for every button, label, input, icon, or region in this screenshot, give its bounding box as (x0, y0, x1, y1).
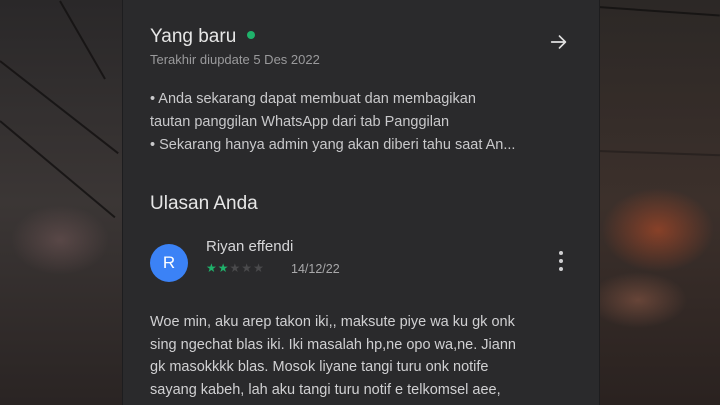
star-rating: ★ ★ ★ ★ ★ (206, 261, 264, 275)
review-text-line: sayang kabeh, lah aku tangi turu notif e… (150, 381, 501, 398)
whats-new-header[interactable]: Yang baru (150, 26, 256, 48)
power-line (597, 150, 720, 157)
your-review-title: Ulasan Anda (150, 193, 258, 214)
app-details-panel: Yang baru Terakhir diupdate 5 Des 2022 •… (122, 0, 600, 405)
power-line (0, 120, 116, 219)
star-icon: ★ (253, 261, 264, 275)
review-text: Woe min, aku arep takon iki,, maksute pi… (150, 311, 580, 401)
release-note-line: tautan panggilan WhatsApp dari tab Pangg… (150, 114, 450, 130)
more-dot (559, 259, 563, 263)
background-left (0, 0, 122, 405)
release-note-line: • Sekarang hanya admin yang akan diberi … (150, 137, 516, 153)
more-dot (559, 251, 563, 255)
review-date: 14/12/22 (291, 262, 340, 276)
star-icon: ★ (217, 261, 229, 275)
power-line (597, 6, 720, 17)
power-line (59, 0, 106, 80)
release-note-line: • Anda sekarang dapat membuat dan membag… (150, 91, 476, 107)
reviewer-name: Riyan effendi (206, 238, 294, 255)
whats-new-title: Yang baru (150, 26, 237, 47)
more-vert-icon[interactable] (551, 249, 571, 273)
new-indicator-dot (247, 31, 256, 39)
star-icon: ★ (229, 261, 241, 275)
review-text-line: sing ngechat blas iki. Iki masalah hp,ne… (150, 336, 516, 353)
review-text-line: Woe min, aku arep takon iki,, maksute pi… (150, 314, 515, 330)
last-updated-text: Terakhir diupdate 5 Des 2022 (150, 52, 320, 67)
star-icon: ★ (206, 261, 217, 275)
more-dot (559, 267, 563, 271)
avatar: R (150, 244, 188, 282)
review-text-line: gk masokkkk blas. Mosok liyane tangi tur… (150, 359, 489, 375)
release-notes: • Anda sekarang dapat membuat dan membag… (150, 88, 578, 157)
arrow-right-icon[interactable] (548, 31, 570, 53)
star-icon: ★ (241, 261, 253, 275)
background-right (597, 0, 720, 405)
